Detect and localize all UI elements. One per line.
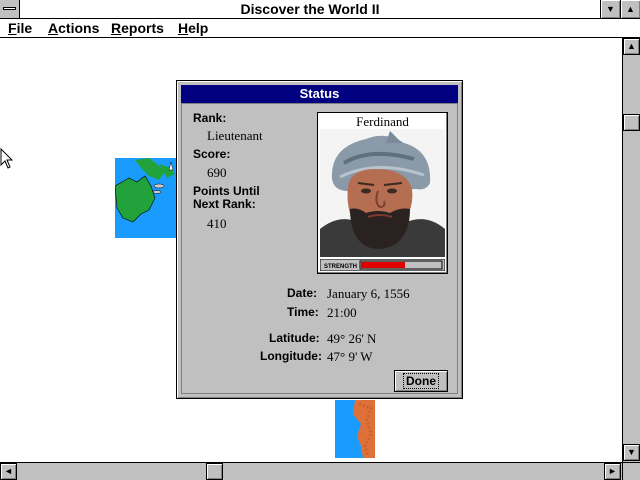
status-dialog: Status Rank: Lieutenant Score: 690 Point… (176, 80, 463, 399)
done-button[interactable]: Done (394, 370, 448, 392)
menu-reports-label: eports (121, 20, 164, 36)
latitude-label: Latitude: (269, 331, 320, 345)
portrait-image (320, 129, 445, 257)
time-label: Time: (287, 305, 319, 319)
map-tile-coast-south (335, 400, 375, 458)
coastline-graphic-south (353, 400, 375, 458)
longitude-label: Longitude: (260, 349, 322, 363)
scroll-left-button[interactable]: ◄ (0, 463, 17, 480)
strength-bar: STRENGTH (319, 258, 446, 272)
menu-file-label: ile (16, 20, 33, 36)
scroll-left-icon: ◄ (4, 466, 13, 476)
menu-actions-accel: A (48, 20, 59, 36)
next-rank-label: Next Rank: (193, 197, 256, 211)
score-label: Score: (193, 147, 231, 161)
mouse-cursor-icon (0, 148, 14, 169)
menu-reports-accel: R (111, 20, 122, 36)
scrollbar-corner (622, 462, 640, 480)
captain-portrait (320, 129, 445, 257)
vertical-scrollbar[interactable]: ▲ ▼ (622, 38, 640, 462)
menu-reports[interactable]: Reports (111, 20, 164, 37)
menu-actions-label: ctions (58, 20, 100, 36)
menu-help[interactable]: Help (178, 20, 208, 37)
scroll-right-button[interactable]: ► (604, 463, 621, 480)
longitude-value: 47° 9' W (327, 349, 373, 364)
scroll-up-button[interactable]: ▲ (623, 38, 640, 55)
rank-value: Lieutenant (207, 128, 263, 143)
points-until-label: Points Until (193, 184, 260, 198)
title-bar: Discover the World II ▼ ▲ (0, 0, 640, 19)
portrait-frame: Ferdinand STRENGTH (317, 112, 448, 274)
menu-help-accel: H (178, 20, 189, 36)
menu-bar: File Actions Reports Help (0, 19, 640, 38)
portrait-name: Ferdinand (356, 114, 409, 129)
window-title: Discover the World II (240, 1, 380, 17)
horizontal-scroll-thumb[interactable] (206, 463, 223, 480)
scroll-up-icon: ▲ (627, 41, 636, 51)
system-menu-button[interactable] (0, 0, 20, 18)
rank-label: Rank: (193, 111, 227, 125)
time-value: 21:00 (327, 305, 357, 320)
menu-help-label: elp (188, 20, 209, 36)
strength-fill (361, 262, 405, 268)
coastline-graphic (114, 158, 175, 223)
maximize-button[interactable]: ▲ (620, 0, 640, 18)
minimize-button[interactable]: ▼ (600, 0, 620, 18)
horizontal-scrollbar[interactable]: ◄ ► (0, 462, 622, 480)
date-value: January 6, 1556 (327, 286, 410, 301)
points-until-value: 410 (207, 216, 227, 231)
system-menu-icon (3, 7, 16, 10)
menu-file-accel: F (8, 20, 17, 36)
done-button-label: Done (403, 373, 439, 389)
minimize-icon: ▼ (606, 4, 615, 14)
score-value: 690 (207, 165, 227, 180)
dialog-title: Status (181, 85, 458, 103)
vertical-scroll-thumb[interactable] (623, 114, 640, 131)
dialog-body: Rank: Lieutenant Score: 690 Points Until… (181, 103, 458, 394)
menu-actions[interactable]: Actions (48, 20, 99, 37)
scroll-right-icon: ► (608, 466, 617, 476)
strength-label: STRENGTH (324, 264, 357, 270)
scroll-down-icon: ▼ (627, 447, 636, 457)
maximize-icon: ▲ (626, 4, 635, 14)
strength-meter: STRENGTH (319, 258, 446, 272)
latitude-value: 49° 26' N (327, 331, 377, 346)
map-tile-coast-north (114, 158, 177, 238)
menu-file[interactable]: File (8, 20, 32, 37)
date-label: Date: (287, 286, 318, 300)
scroll-down-button[interactable]: ▼ (623, 444, 640, 461)
